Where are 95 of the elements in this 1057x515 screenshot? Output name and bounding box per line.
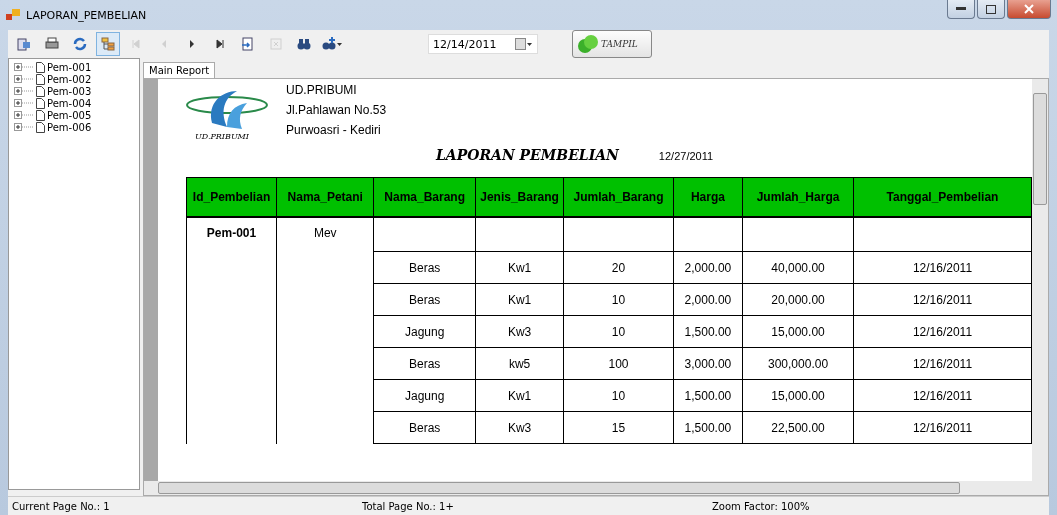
table-cell: Kw1 xyxy=(475,379,564,412)
table-cell: Beras xyxy=(373,411,476,444)
column-header: Harga xyxy=(673,177,743,217)
expand-plus-icon xyxy=(14,86,34,96)
stop-icon xyxy=(268,36,284,52)
expand-plus-icon xyxy=(14,110,34,120)
status-text: Current Page No.: 1 xyxy=(11,500,111,512)
column-header: Nama_Barang xyxy=(373,177,476,217)
table-cell: Beras xyxy=(373,283,476,316)
column-header: Tanggal_Pembelian xyxy=(853,177,1032,217)
refresh-icon xyxy=(72,36,88,52)
table-cell: Kw3 xyxy=(475,411,564,444)
table-cell: 300,000.00 xyxy=(742,347,854,380)
app-icon xyxy=(6,9,20,21)
column-header: Id_Pembelian xyxy=(186,177,277,217)
table-cell: 15,000.00 xyxy=(742,315,854,348)
maximize-button[interactable] xyxy=(977,0,1005,19)
document-icon xyxy=(36,85,45,97)
table-cell: Pem-001 xyxy=(186,217,277,252)
table-cell: 3,000.00 xyxy=(673,347,743,380)
table-cell: 12/16/2011 xyxy=(853,315,1032,348)
table-cell: 2,000.00 xyxy=(673,251,743,284)
table-cell: Mev xyxy=(276,217,374,252)
window-title: LAPORAN_PEMBELIAN xyxy=(26,8,147,22)
table-cell: 10 xyxy=(563,283,674,316)
table-cell: 12/16/2011 xyxy=(853,251,1032,284)
status-text: Zoom Factor: 100% xyxy=(711,500,811,512)
document-icon xyxy=(36,97,45,109)
tree-item[interactable]: Pem-005 xyxy=(9,109,139,121)
table-cell: 12/16/2011 xyxy=(853,283,1032,316)
maximize-icon xyxy=(986,4,996,14)
date-picker[interactable]: 12/14/2011 xyxy=(428,34,538,54)
minimize-button[interactable] xyxy=(947,0,975,19)
table-cell: 15,000.00 xyxy=(742,379,854,412)
print-icon xyxy=(44,36,60,52)
table-cell: 20,000.00 xyxy=(742,283,854,316)
minimize-icon xyxy=(956,7,966,11)
table-cell: 100 xyxy=(563,347,674,380)
company-logo-drawing: UD.PRIBUMI xyxy=(172,83,272,143)
document-icon xyxy=(36,109,45,121)
company-info: UD.PRIBUMI xyxy=(286,83,358,97)
column-header: Jenis_Barang xyxy=(475,177,564,217)
document-icon xyxy=(36,121,45,133)
tree-item[interactable]: Pem-004 xyxy=(9,97,139,109)
report-title: LAPORAN PEMBELIAN xyxy=(436,147,619,163)
report-tab[interactable]: Main Report xyxy=(143,62,216,78)
document-icon xyxy=(36,61,45,73)
table-cell: 10 xyxy=(563,379,674,412)
document-icon xyxy=(36,73,45,85)
table-cell: 10 xyxy=(563,315,674,348)
vertical-scrollbar[interactable] xyxy=(1032,79,1048,481)
column-header: Nama_Petani xyxy=(276,177,374,217)
table-cell: 12/16/2011 xyxy=(853,347,1032,380)
column-header: Jumlah_Barang xyxy=(563,177,674,217)
company-info: Jl.Pahlawan No.53 xyxy=(286,103,387,117)
table-cell: Kw1 xyxy=(475,283,564,316)
table-cell: 12/16/2011 xyxy=(853,379,1032,412)
expand-plus-icon xyxy=(14,62,34,72)
table-cell: Jagung xyxy=(373,379,476,412)
table-cell: 15 xyxy=(563,411,674,444)
close-icon xyxy=(1024,4,1034,14)
calendar-dropdown-icon xyxy=(515,38,533,50)
table-cell: Jagung xyxy=(373,315,476,348)
close-button[interactable] xyxy=(1007,0,1051,19)
table-cell: Beras xyxy=(373,347,476,380)
company-info: Purwoasri - Kediri xyxy=(286,123,382,137)
table-cell: Kw1 xyxy=(475,251,564,284)
show-button[interactable]: TAMPIL xyxy=(572,30,652,58)
binoculars-icon xyxy=(296,36,312,52)
horizontal-scrollbar[interactable] xyxy=(144,481,1048,495)
table-cell: 12/16/2011 xyxy=(853,411,1032,444)
column-header: Jumlah_Harga xyxy=(742,177,854,217)
table-cell: 1,500.00 xyxy=(673,315,743,348)
table-cell: Beras xyxy=(373,251,476,284)
tree-item[interactable]: Pem-001 xyxy=(9,61,139,73)
table-cell: 1,500.00 xyxy=(673,411,743,444)
expand-plus-icon xyxy=(14,98,34,108)
table-cell: 20 xyxy=(563,251,674,284)
tree-item[interactable]: Pem-003 xyxy=(9,85,139,97)
expand-plus-icon xyxy=(14,122,34,132)
zoom-icon xyxy=(321,36,343,52)
export-icon xyxy=(16,36,32,52)
tree-icon xyxy=(100,36,116,52)
status-text: Total Page No.: 1+ xyxy=(361,500,455,512)
table-cell: 40,000.00 xyxy=(742,251,854,284)
tree-item[interactable]: Pem-006 xyxy=(9,121,139,133)
table-cell: Kw3 xyxy=(475,315,564,348)
expand-plus-icon xyxy=(14,74,34,84)
tree-item[interactable]: Pem-002 xyxy=(9,73,139,85)
table-cell: 22,500.00 xyxy=(742,411,854,444)
go-to-page-icon xyxy=(240,36,256,52)
print-date: 12/27/2011 xyxy=(658,150,714,162)
table-cell: 2,000.00 xyxy=(673,283,743,316)
table-cell: kw5 xyxy=(475,347,564,380)
table-cell: 1,500.00 xyxy=(673,379,743,412)
